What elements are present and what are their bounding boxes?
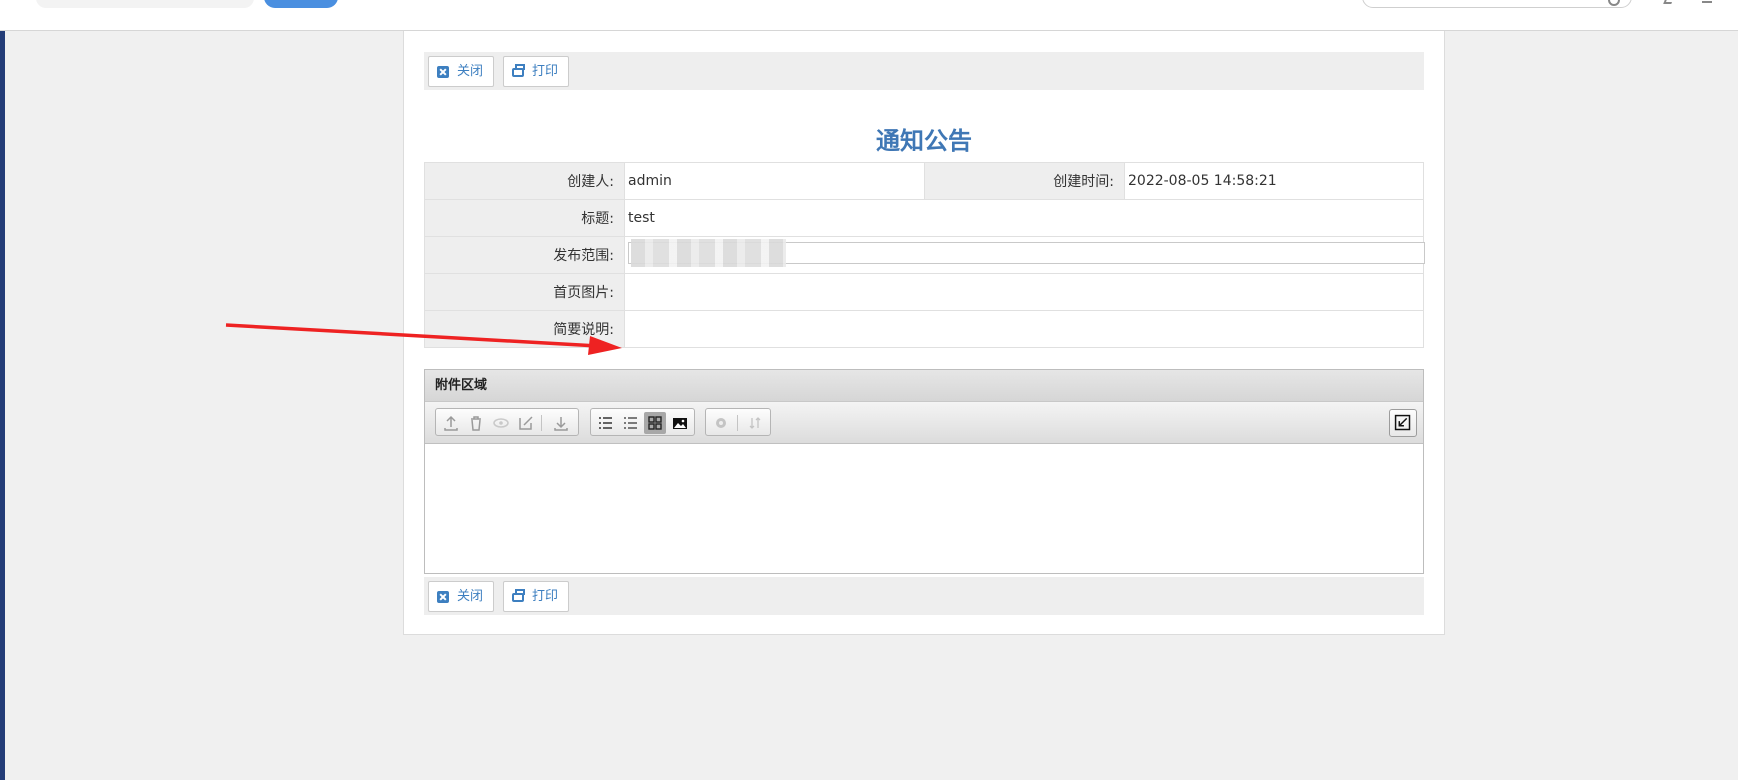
check-icon[interactable] bbox=[1663, 0, 1673, 4]
printer-icon bbox=[512, 64, 525, 77]
view-mode-group bbox=[590, 408, 695, 436]
close-button-label: 关闭 bbox=[457, 589, 484, 604]
trash-icon[interactable] bbox=[465, 412, 487, 434]
subject-value: test bbox=[624, 199, 1424, 237]
scope-label: 发布范围: bbox=[424, 236, 625, 274]
top-action-button[interactable] bbox=[264, 0, 338, 8]
preview-icon[interactable] bbox=[490, 412, 512, 434]
scope-cell bbox=[624, 236, 1425, 274]
created-time-label: 创建时间: bbox=[924, 162, 1125, 200]
browser-top-bar bbox=[0, 0, 1738, 31]
attachment-toolbar bbox=[425, 402, 1423, 444]
close-button-label: 关闭 bbox=[457, 64, 484, 79]
form-row-creator: 创建人: admin 创建时间: 2022-08-05 14:58:21 bbox=[424, 162, 1424, 200]
list-view-icon[interactable] bbox=[594, 412, 616, 434]
bottom-toolbar: 关闭 打印 bbox=[424, 577, 1424, 615]
print-button[interactable]: 打印 bbox=[503, 56, 570, 87]
summary-label: 简要说明: bbox=[424, 310, 625, 348]
detail-list-icon[interactable] bbox=[619, 412, 641, 434]
creator-label: 创建人: bbox=[424, 162, 625, 200]
close-icon bbox=[437, 591, 449, 603]
notice-form-table: 创建人: admin 创建时间: 2022-08-05 14:58:21 标题:… bbox=[424, 162, 1425, 348]
creator-value: admin bbox=[624, 162, 925, 200]
upload-icon[interactable] bbox=[440, 412, 462, 434]
redacted-scope-text bbox=[631, 239, 786, 267]
left-sidebar-strip bbox=[0, 31, 5, 780]
menu-icon[interactable] bbox=[1702, 0, 1712, 3]
close-button-bottom[interactable]: 关闭 bbox=[428, 581, 495, 612]
top-search-field[interactable] bbox=[36, 0, 254, 8]
attachment-area: 附件区域 bbox=[424, 369, 1424, 574]
form-row-summary: 简要说明: bbox=[424, 310, 1424, 348]
notice-detail-panel: 关闭 打印 通知公告 创建人: admin 创建时间: 2022-08-05 1… bbox=[403, 31, 1445, 635]
print-button-bottom[interactable]: 打印 bbox=[503, 581, 570, 612]
attachment-area-title: 附件区域 bbox=[425, 370, 1423, 402]
sort-icon[interactable] bbox=[744, 412, 766, 434]
print-button-label: 打印 bbox=[532, 589, 559, 604]
settings-group bbox=[705, 408, 771, 436]
gear-icon[interactable] bbox=[710, 412, 732, 434]
top-right-search-input[interactable] bbox=[1362, 0, 1632, 8]
download-icon[interactable] bbox=[550, 412, 572, 434]
form-row-subject: 标题: test bbox=[424, 199, 1424, 237]
homepage-image-value bbox=[624, 273, 1424, 311]
created-time-value: 2022-08-05 14:58:21 bbox=[1124, 162, 1424, 200]
close-button[interactable]: 关闭 bbox=[428, 56, 495, 87]
form-row-scope: 发布范围: bbox=[424, 236, 1425, 274]
close-icon bbox=[437, 66, 449, 78]
page-title: 通知公告 bbox=[876, 127, 972, 155]
printer-icon bbox=[512, 589, 525, 602]
grid-view-icon[interactable] bbox=[644, 412, 666, 434]
file-actions-group bbox=[435, 408, 579, 436]
toolbar-separator bbox=[541, 415, 542, 431]
homepage-image-label: 首页图片: bbox=[424, 273, 625, 311]
top-toolbar: 关闭 打印 bbox=[424, 52, 1424, 90]
print-button-label: 打印 bbox=[532, 64, 559, 79]
image-view-icon[interactable] bbox=[669, 412, 691, 434]
form-row-homepage-image: 首页图片: bbox=[424, 273, 1424, 311]
subject-label: 标题: bbox=[424, 199, 625, 237]
toolbar-separator bbox=[737, 415, 738, 431]
edit-icon[interactable] bbox=[515, 412, 537, 434]
collapse-icon[interactable] bbox=[1389, 409, 1417, 437]
summary-value bbox=[624, 310, 1424, 348]
